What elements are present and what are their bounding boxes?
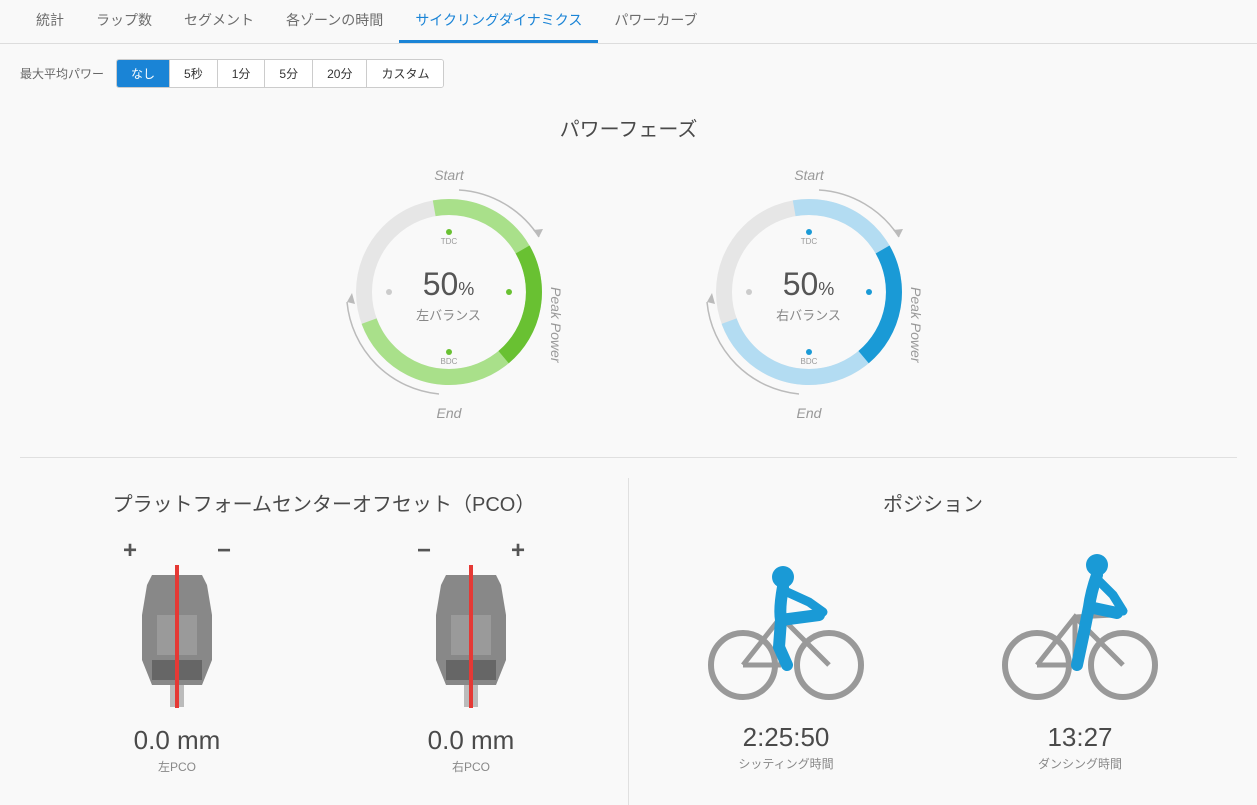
tab-zones[interactable]: 各ゾーンの時間 <box>270 0 399 43</box>
pco-right-label: 右PCO <box>324 758 618 775</box>
filter-5m[interactable]: 5分 <box>265 60 313 87</box>
position-standing: 13:27 ダンシング時間 <box>933 537 1227 772</box>
gauge-left: Start End TDC BDC Peak Power 50% 左バランス <box>329 162 569 427</box>
bottom-section: プラットフォームセンターオフセット（PCO） + − 0.0 mm 左PCO <box>20 458 1237 805</box>
pedal-left-icon <box>122 560 232 710</box>
pco-left-value: 0.0 mm <box>30 725 324 756</box>
tab-bar: 統計 ラップ数 セグメント 各ゾーンの時間 サイクリングダイナミクス パワーカー… <box>0 0 1257 44</box>
tab-stats[interactable]: 統計 <box>20 0 80 43</box>
cyclist-standing-icon <box>995 537 1165 707</box>
left-balance-value: 50 <box>423 266 459 302</box>
label-bdc: BDC <box>800 357 817 366</box>
standing-value: 13:27 <box>933 722 1227 753</box>
right-balance-pct: % <box>818 279 834 299</box>
filter-none[interactable]: なし <box>117 60 170 87</box>
filter-row: 最大平均パワー なし 5秒 1分 5分 20分 カスタム <box>0 44 1257 103</box>
position-title: ポジション <box>639 488 1227 517</box>
filter-20m[interactable]: 20分 <box>313 60 367 87</box>
powerphase-title: パワーフェーズ <box>0 113 1257 142</box>
seated-label: シッティング時間 <box>639 755 933 772</box>
label-start: Start <box>794 167 825 183</box>
label-peak: Peak Power <box>548 287 564 364</box>
powerphase-gauges: Start End TDC BDC Peak Power 50% 左バランス <box>20 162 1237 458</box>
pco-section: プラットフォームセンターオフセット（PCO） + − 0.0 mm 左PCO <box>20 478 629 805</box>
tab-segments[interactable]: セグメント <box>168 0 270 43</box>
filter-1m[interactable]: 1分 <box>218 60 266 87</box>
pco-right: − + 0.0 mm 右PCO <box>324 537 618 775</box>
label-tdc: TDC <box>800 237 817 246</box>
filter-5s[interactable]: 5秒 <box>170 60 218 87</box>
position-seated: 2:25:50 シッティング時間 <box>639 537 933 772</box>
filter-label: 最大平均パワー <box>20 65 104 82</box>
gauge-right: Start End TDC BDC Peak Power 50% 右バランス <box>689 162 929 427</box>
tab-dynamics[interactable]: サイクリングダイナミクス <box>399 0 598 43</box>
filter-custom[interactable]: カスタム <box>367 60 443 87</box>
pco-left-label: 左PCO <box>30 758 324 775</box>
label-start: Start <box>434 167 465 183</box>
left-balance-label: 左バランス <box>416 305 481 324</box>
pco-left: + − 0.0 mm 左PCO <box>30 537 324 775</box>
pedal-right-icon <box>416 560 526 710</box>
label-bdc: BDC <box>440 357 457 366</box>
label-tdc: TDC <box>440 237 457 246</box>
standing-label: ダンシング時間 <box>933 755 1227 772</box>
seated-value: 2:25:50 <box>639 722 933 753</box>
label-peak: Peak Power <box>908 287 924 364</box>
position-section: ポジション 2:25:50 シッティング時間 <box>629 478 1237 805</box>
tab-laps[interactable]: ラップ数 <box>80 0 168 43</box>
right-balance-label: 右バランス <box>776 305 841 324</box>
left-balance-pct: % <box>458 279 474 299</box>
pco-title: プラットフォームセンターオフセット（PCO） <box>30 488 618 517</box>
label-end: End <box>796 405 822 421</box>
right-balance-value: 50 <box>783 266 819 302</box>
cyclist-seated-icon <box>701 537 871 707</box>
tab-powercurve[interactable]: パワーカーブ <box>598 0 713 43</box>
label-end: End <box>436 405 462 421</box>
pco-right-value: 0.0 mm <box>324 725 618 756</box>
avg-power-group: なし 5秒 1分 5分 20分 カスタム <box>116 59 444 88</box>
